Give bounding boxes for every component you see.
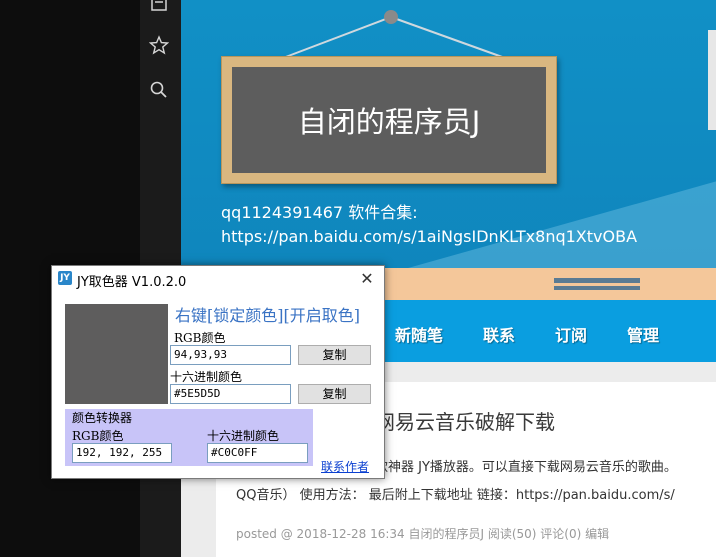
rgb-label: RGB颜色	[174, 331, 226, 345]
nav-item-subscribe[interactable]: 订阅	[555, 322, 587, 346]
copy-rgb-button[interactable]: 复制	[298, 345, 371, 365]
header-decoration	[401, 180, 716, 268]
header-edge	[708, 30, 716, 130]
post-meta: posted @ 2018-12-28 16:34 自闭的程序员J 阅读(50)…	[236, 527, 610, 541]
converter-hex-label: 十六进制颜色	[207, 429, 280, 443]
nav-item-manage[interactable]: 管理	[627, 322, 659, 346]
star-icon[interactable]	[148, 35, 170, 55]
nav-item-contact[interactable]: 联系	[483, 322, 515, 346]
header-link[interactable]: https://pan.baidu.com/s/1aiNgsIDnKLTx8nq…	[221, 227, 637, 246]
converter-rgb-label: RGB颜色	[72, 429, 124, 443]
hex-label: 十六进制颜色	[170, 370, 243, 384]
chalkboard-slate: 自闭的程序员J	[232, 67, 546, 173]
menu-bar-line	[554, 286, 640, 290]
chalkboard: 自闭的程序员J	[221, 56, 557, 184]
close-button[interactable]: ✕	[356, 268, 378, 290]
list-icon[interactable]	[149, 0, 169, 14]
color-preview-swatch	[65, 304, 168, 404]
post-summary: 款神器 JY播放器。可以直接下载网易云音乐的歌曲。	[375, 460, 677, 475]
color-converter-panel: 颜色转换器 RGB颜色 十六进制颜色 192, 192, 255 #C0C0FF	[65, 409, 313, 466]
header-qq-text: qq1124391467 软件合集:	[221, 203, 418, 222]
nav-item-new-post[interactable]: 新随笔	[395, 322, 443, 346]
converter-title: 颜色转换器	[72, 411, 133, 425]
blog-title: 自闭的程序员J	[297, 105, 481, 139]
post-summary-line2: QQ音乐） 使用方法： 最后附上下载地址 链接：https://pan.baid…	[236, 488, 675, 503]
converter-hex-field[interactable]: #C0C0FF	[207, 443, 308, 463]
rgb-field[interactable]: 94,93,93	[170, 345, 291, 365]
hint-text: 右键[锁定颜色][开启取色]	[175, 306, 360, 325]
menu-bar-line	[554, 278, 640, 283]
post-title[interactable]: 网易云音乐破解下载	[375, 406, 555, 435]
converter-rgb-field[interactable]: 192, 192, 255	[72, 443, 172, 463]
title-bar[interactable]: JY JY取色器 V1.0.2.0 ✕	[52, 266, 384, 292]
app-icon: JY	[58, 271, 72, 285]
search-icon[interactable]	[149, 80, 169, 100]
copy-hex-button[interactable]: 复制	[298, 384, 371, 404]
hex-field[interactable]: #5E5D5D	[170, 384, 291, 404]
color-picker-window: JY JY取色器 V1.0.2.0 ✕ 右键[锁定颜色][开启取色] RGB颜色…	[51, 265, 385, 479]
contact-author-link[interactable]: 联系作者	[321, 458, 369, 475]
window-title: JY取色器 V1.0.2.0	[77, 275, 187, 290]
